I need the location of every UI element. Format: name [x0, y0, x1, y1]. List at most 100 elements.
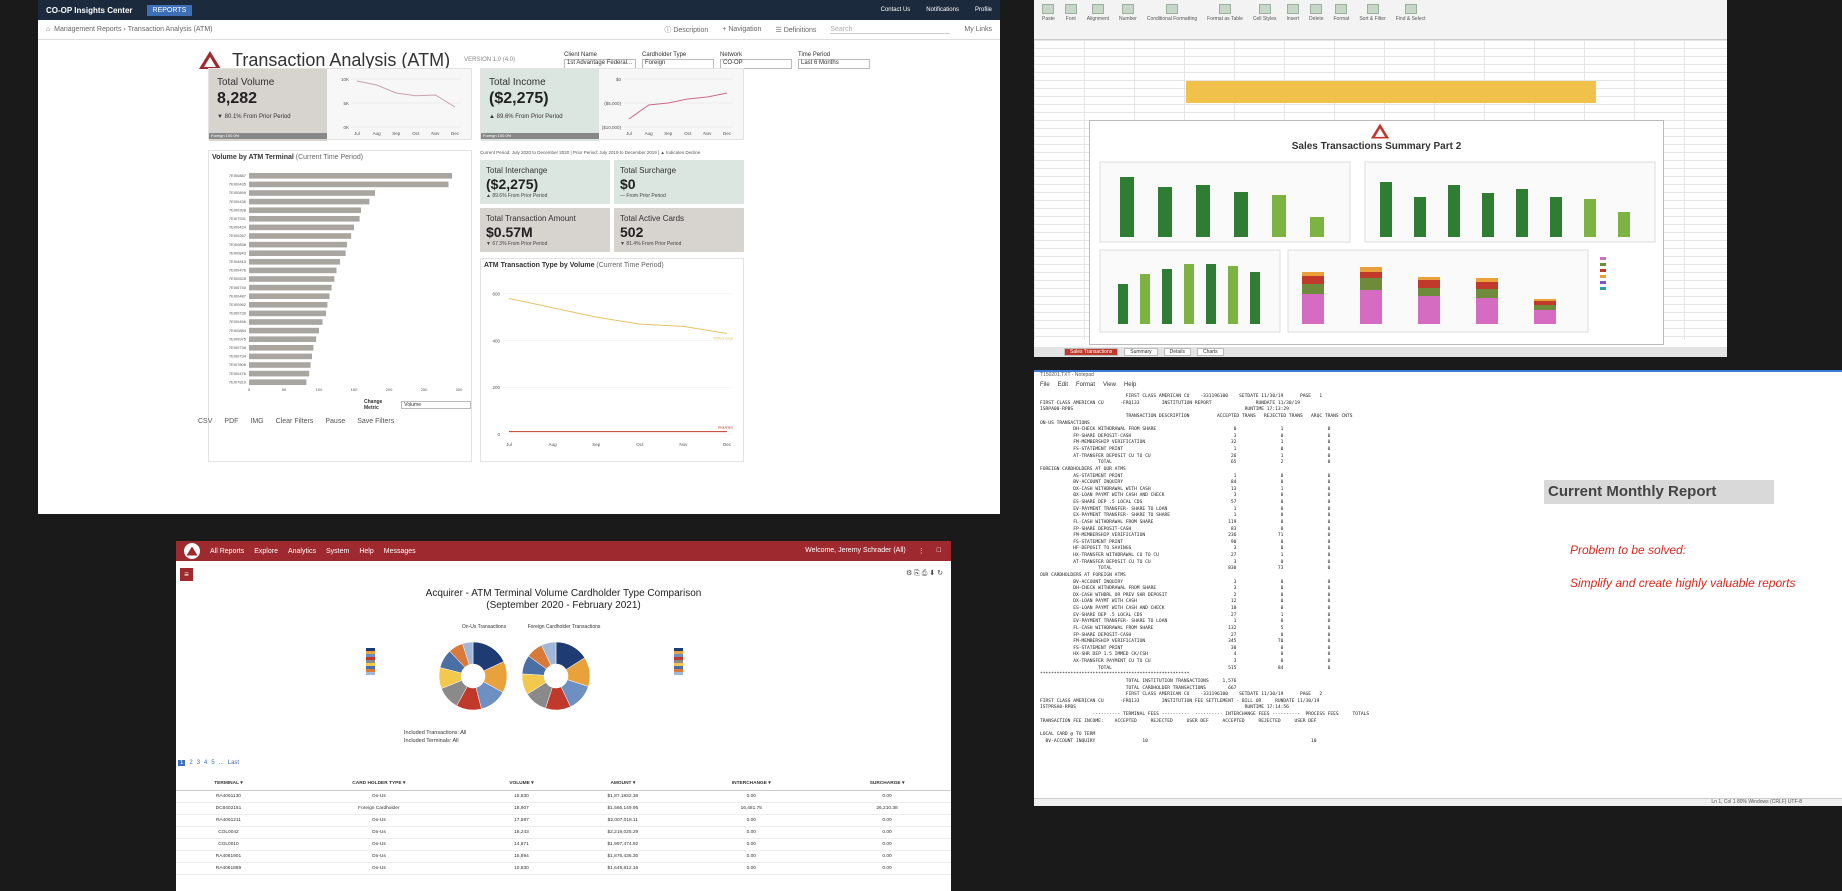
table-row[interactable]: DC8402151 Foreign Cardholder 18,907 $1,566,…	[176, 802, 951, 815]
img-button[interactable]: IMG	[250, 418, 263, 425]
excel-bar	[1162, 269, 1172, 324]
print-icon[interactable]: ⎙	[922, 570, 928, 577]
kpi-label: Total Volume	[217, 77, 275, 88]
sheet-tab[interactable]: Charts	[1196, 348, 1224, 356]
menu-edit[interactable]: Edit	[1058, 382, 1068, 392]
kpi-value: ($2,275)	[489, 90, 549, 107]
bar-category-label: 7EI00899	[229, 190, 247, 195]
save-filters-button[interactable]: Save Filters	[357, 418, 394, 425]
nav-all-reports[interactable]: All Reports	[210, 548, 244, 555]
table-cell: $1,649,812.16	[566, 862, 680, 875]
ribbon-button[interactable]: Number	[1119, 4, 1137, 35]
ribbon-button[interactable]: Sort & Filter	[1359, 4, 1386, 35]
table-row[interactable]: COL0042 On-Us 16,243 $2,219,025.29 0.00 0.00	[176, 826, 951, 839]
table-row[interactable]: RA4061211 On-Us 17,587 $2,007,018.11 0.00 0.0…	[176, 814, 951, 827]
reports-menu[interactable]: REPORTS	[146, 4, 193, 16]
excel-bar	[1448, 185, 1460, 237]
network-select[interactable]: CO-OP	[720, 58, 792, 69]
excel-stacked-segment	[1418, 288, 1440, 296]
welcome-user[interactable]: Welcome, Jeremy Schrader (All)	[805, 547, 906, 555]
excel-stacked-segment	[1534, 299, 1556, 301]
table-row[interactable]: RA4061889 On-Us 10,830 $1,649,812.16 0.00 0.0…	[176, 862, 951, 875]
settings-icon[interactable]: ⚙	[906, 570, 912, 577]
sheet-tab[interactable]: Summary	[1124, 348, 1158, 356]
ribbon-button[interactable]: Conditional Formatting	[1147, 4, 1197, 35]
column-header[interactable]: AMOUNT ▾	[566, 777, 680, 791]
more-icon[interactable]: ⋮	[918, 547, 925, 555]
table-row[interactable]: COL0010 On-Us 14,871 $1,997,474.92 0.00 0.00	[176, 838, 951, 851]
ribbon-button[interactable]: Delete	[1309, 4, 1324, 35]
description-button[interactable]: ⓘ Description	[664, 25, 708, 35]
nav-explore[interactable]: Explore	[254, 548, 278, 555]
contact-us-link[interactable]: Contact Us	[881, 7, 911, 13]
table-cell: 18,907	[476, 802, 567, 815]
page-link[interactable]: 3	[197, 760, 200, 766]
report-text[interactable]: FIRST CLASS AMERICAN CU -331196100 SETDA…	[1040, 394, 1510, 745]
ribbon-icon	[1064, 4, 1077, 14]
column-header[interactable]: VOLUME ▾	[476, 777, 567, 791]
change-metric-select[interactable]: Volume	[401, 401, 471, 409]
change-metric-label: Change Metric	[364, 399, 383, 411]
excel-bar	[1380, 182, 1392, 237]
ribbon-button[interactable]: Insert	[1287, 4, 1299, 35]
menu-file[interactable]: File	[1040, 382, 1050, 392]
menu-help[interactable]: Help	[1124, 382, 1136, 392]
page-link[interactable]: 2	[189, 760, 192, 766]
nav-help[interactable]: Help	[359, 548, 373, 555]
ribbon-button[interactable]: Format as Table	[1207, 4, 1243, 35]
x-tick-label: Jul	[626, 131, 632, 136]
included-terminals: Included Terminals: All	[404, 738, 459, 744]
column-header[interactable]: SURCHARGE ▾	[823, 777, 951, 791]
page-link-last[interactable]: Last	[228, 760, 239, 766]
notification-icon[interactable]: □	[937, 547, 941, 555]
pause-button[interactable]: Pause	[325, 418, 345, 425]
pie1-legend	[366, 648, 375, 675]
column-header[interactable]: TERMINAL ▾	[176, 777, 281, 791]
column-header[interactable]: INTERCHANGE ▾	[679, 777, 824, 791]
sheet-tab[interactable]: Details	[1163, 348, 1191, 356]
sheet-tab[interactable]: Sales Transactions	[1064, 348, 1119, 356]
definitions-button[interactable]: ☰ Definitions	[775, 26, 816, 34]
notifications-link[interactable]: Notifications	[926, 7, 959, 13]
column-header[interactable]: CARD HOLDER TYPE ▾	[280, 777, 477, 791]
included-filters: Included Transactions: All Included Term…	[404, 729, 466, 745]
nav-messages[interactable]: Messages	[384, 548, 416, 555]
profile-link[interactable]: Profile	[975, 7, 992, 13]
time-period-select[interactable]: Last 6 Months	[798, 58, 870, 69]
ribbon-button[interactable]: Font	[1064, 4, 1077, 35]
client-name-select[interactable]: 1st Advantage Federal...	[564, 58, 636, 69]
table-row[interactable]: RA4061901 On-Us 15,894 $1,876,436.30 0.00 0.0…	[176, 850, 951, 863]
export-icon[interactable]: ⎘	[914, 570, 920, 577]
download-icon[interactable]: ⬇	[929, 570, 935, 577]
pdf-button[interactable]: PDF	[224, 418, 238, 425]
home-icon[interactable]: ⌂	[46, 26, 50, 33]
excel-stacked-segment	[1534, 301, 1556, 305]
tile-label: Total Interchange	[486, 166, 548, 175]
ribbon-button[interactable]: Find & Select	[1396, 4, 1426, 35]
page-link[interactable]: 1	[178, 760, 186, 766]
cardholder-type-select[interactable]: Foreign	[642, 58, 714, 69]
ribbon-button[interactable]: Paste	[1042, 4, 1055, 35]
ribbon-button[interactable]: Cell Styles	[1253, 4, 1277, 35]
menu-view[interactable]: View	[1103, 382, 1116, 392]
ribbon-button[interactable]: Format	[1334, 4, 1349, 35]
clear-filters-button[interactable]: Clear Filters	[276, 418, 314, 425]
x-tick-label: Aug	[373, 131, 382, 136]
refresh-icon[interactable]: ↻	[937, 570, 943, 577]
page-link[interactable]: 4	[204, 760, 207, 766]
search-input[interactable]: Search	[830, 26, 951, 34]
terminal-bar	[249, 233, 352, 239]
nav-analytics[interactable]: Analytics	[288, 548, 316, 555]
page-link[interactable]: 5	[211, 760, 214, 766]
nav-system[interactable]: System	[326, 548, 349, 555]
ribbon-button[interactable]: Alignment	[1087, 4, 1109, 35]
hamburger-menu-icon[interactable]: ≡	[180, 568, 193, 581]
breadcrumb-item[interactable]: Management Reports	[54, 26, 121, 33]
my-links-button[interactable]: My Links	[964, 26, 992, 33]
data-line	[628, 92, 728, 120]
navigation-button[interactable]: + Navigation	[722, 26, 761, 33]
active-cards-tile: Total Active Cards 502 ▼ 81.4% From Prio…	[614, 208, 744, 252]
menu-format[interactable]: Format	[1076, 382, 1095, 392]
csv-button[interactable]: CSV	[198, 418, 212, 425]
table-row[interactable]: RA4061130 On-Us 15,830 $1,87,1832.36 0.00 0.0…	[176, 790, 951, 803]
